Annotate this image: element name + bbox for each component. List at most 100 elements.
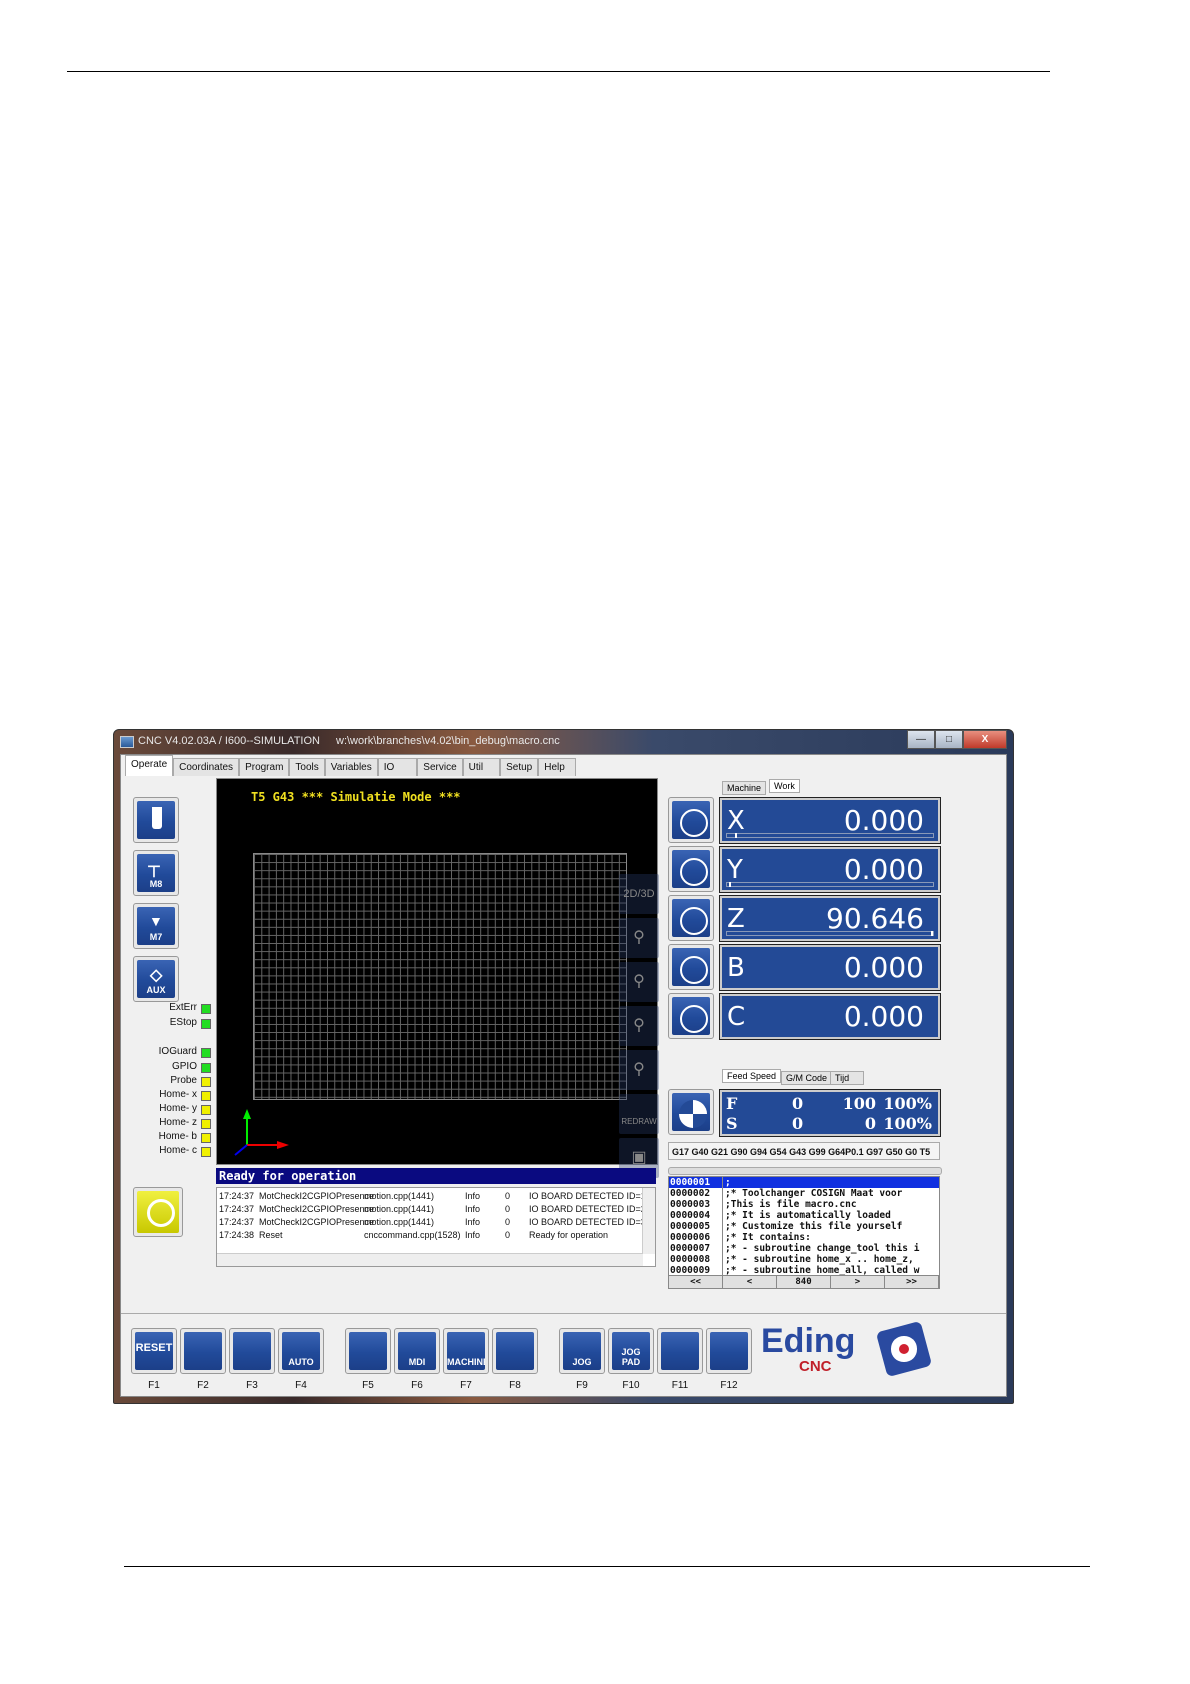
tab-work-coords[interactable]: Work xyxy=(769,779,800,793)
line-number: 0000005 xyxy=(670,1221,723,1232)
active-gcode-state: G17 G40 G21 G90 G94 G54 G43 G99 G64P0.1 … xyxy=(668,1142,940,1160)
zero-axis-x-button[interactable] xyxy=(668,797,714,843)
zero-crosshair-icon xyxy=(680,907,708,935)
last-page-button[interactable]: >> xyxy=(885,1276,939,1288)
status-led xyxy=(201,1133,211,1143)
axis-range-bar xyxy=(726,882,934,887)
zoom-in-icon[interactable]: ⚲ xyxy=(619,1006,659,1046)
f5-keyboard-button[interactable] xyxy=(345,1328,391,1374)
tab-machine-coords[interactable]: Machine xyxy=(722,781,767,795)
zero-axis-b-button[interactable] xyxy=(668,944,714,990)
f4-auto-button[interactable]: AUTO xyxy=(278,1328,324,1374)
log-code: 0 xyxy=(505,1217,511,1227)
power-button[interactable] xyxy=(133,1187,183,1237)
zoom-window-icon[interactable]: ⚲ xyxy=(619,1050,659,1090)
page-header-rule xyxy=(67,71,1050,72)
tab-help[interactable]: Help xyxy=(538,758,576,776)
flood-coolant-button[interactable]: ⊤ M8 xyxy=(133,850,179,896)
zero-axis-z-button[interactable] xyxy=(668,895,714,941)
minimize-button[interactable]: — xyxy=(907,730,935,749)
axis-value: 0.000 xyxy=(843,1000,924,1033)
led-row: Home- x xyxy=(127,1088,211,1102)
fkey-label: F6 xyxy=(411,1380,423,1391)
f1-reset-button[interactable]: RESET xyxy=(131,1328,177,1374)
page-number-field[interactable]: 840 xyxy=(777,1276,831,1288)
maximize-button[interactable]: □ xyxy=(935,730,963,749)
line-text: ;* Toolchanger COSIGN Maat voor xyxy=(725,1188,903,1199)
tab-service[interactable]: Service xyxy=(417,758,463,776)
tab-variables[interactable]: Variables xyxy=(324,758,378,776)
program-line[interactable]: 0000008 ;* - subroutine home_x .. home_z, xyxy=(669,1254,939,1265)
zero-axis-c-button[interactable] xyxy=(668,993,714,1039)
f3-zero-crosshair-button[interactable] xyxy=(229,1328,275,1374)
next-page-button[interactable]: > xyxy=(831,1276,885,1288)
line-text: ;* - subroutine change_tool this i xyxy=(725,1243,920,1254)
first-page-button[interactable]: << xyxy=(669,1276,723,1288)
client-area: Operate Coordinates Program Tools Variab… xyxy=(120,754,1007,1397)
zero-crosshair-icon xyxy=(680,1005,708,1033)
feed-speed-home-button[interactable] xyxy=(668,1089,714,1135)
close-button[interactable]: X xyxy=(963,730,1007,749)
log-time: 17:24:37 xyxy=(219,1204,255,1214)
log-time: 17:24:37 xyxy=(219,1191,255,1201)
zero-crosshair-icon xyxy=(680,858,708,886)
fkey-label: F8 xyxy=(509,1380,521,1391)
log-row: 17:24:37 MotCheckI2CGPIOPresence motion.cp… xyxy=(219,1216,648,1229)
f2-home-all-button[interactable] xyxy=(180,1328,226,1374)
tab-feed-speed[interactable]: Feed Speed xyxy=(722,1069,782,1083)
program-line[interactable]: 0000006 ;* It contains: xyxy=(669,1232,939,1243)
main-tabs: Operate Coordinates Program Tools Variab… xyxy=(125,755,576,776)
zero-axis-y-button[interactable] xyxy=(668,846,714,892)
axis-position-marker xyxy=(735,833,738,838)
speed-override: 100% xyxy=(883,1114,932,1133)
dro-y: Y 0.000 xyxy=(719,846,941,893)
led-row: Home- c xyxy=(127,1144,211,1158)
f9-jog-button[interactable]: JOG xyxy=(559,1328,605,1374)
tab-gm-code[interactable]: G/M Code xyxy=(781,1071,833,1085)
program-listing[interactable]: 0000001; 0000002 ;* Toolchanger COSIGN Maa… xyxy=(668,1176,940,1289)
tab-coordinates[interactable]: Coordinates xyxy=(173,758,240,776)
program-line[interactable]: 0000005 ;* Customize this file yourself xyxy=(669,1221,939,1232)
toolpath-viewport[interactable]: T5 G43 *** Simulatie Mode *** 2D/3D ⚲ ⚲ … xyxy=(216,778,659,1178)
message-log[interactable]: 17:24:37 MotCheckI2CGPIOPresence motion.cp… xyxy=(216,1187,656,1267)
led-label: Home- z xyxy=(159,1117,197,1128)
zoom-out-icon[interactable]: ⚲ xyxy=(619,962,659,1002)
tab-program[interactable]: Program xyxy=(239,758,290,776)
feed-override: 100% xyxy=(883,1094,932,1113)
line-text: ;This is file macro.cnc xyxy=(725,1199,857,1210)
led-row: GPIO xyxy=(127,1060,211,1074)
spindle-button[interactable] xyxy=(133,797,179,843)
status-led xyxy=(201,1105,211,1115)
f11-user-button[interactable] xyxy=(657,1328,703,1374)
f7-machine-button[interactable]: MACHINE xyxy=(443,1328,489,1374)
logo-red-dot xyxy=(899,1344,909,1354)
prev-page-button[interactable]: < xyxy=(723,1276,777,1288)
tab-operate[interactable]: Operate xyxy=(125,755,174,776)
f8-shapes-button[interactable] xyxy=(492,1328,538,1374)
program-line[interactable]: 0000007 ;* - subroutine change_tool this … xyxy=(669,1243,939,1254)
status-led xyxy=(201,1119,211,1129)
toggle-2d-3d-button[interactable]: 2D/3D xyxy=(619,874,659,914)
tab-tools[interactable]: Tools xyxy=(289,758,325,776)
tab-io[interactable]: IO xyxy=(377,758,418,776)
logo-text: Eding xyxy=(761,1322,856,1360)
f6-mdi-hand-button[interactable]: MDI xyxy=(394,1328,440,1374)
mist-coolant-button[interactable]: ▼ M7 xyxy=(133,903,179,949)
tab-setup[interactable]: Setup xyxy=(500,758,539,776)
redraw-button[interactable]: REDRAW xyxy=(619,1094,659,1134)
program-line[interactable]: 0000002 ;* Toolchanger COSIGN Maat voor xyxy=(669,1188,939,1199)
program-line[interactable]: 0000004 ;* It is automatically loaded xyxy=(669,1210,939,1221)
line-number: 0000004 xyxy=(670,1210,723,1221)
log-vertical-scrollbar[interactable] xyxy=(642,1188,655,1254)
zoom-fit-icon[interactable]: ⚲ xyxy=(619,918,659,958)
feed-actual: 0 xyxy=(792,1094,804,1113)
program-line[interactable]: 0000003 ;This is file macro.cnc xyxy=(669,1199,939,1210)
f10-jog-pad-button[interactable]: JOG PAD xyxy=(608,1328,654,1374)
function-key-bar: RESET F1 F2 F3 AUTO F4 F5 MDI F6 MACHINE F7 F8 JOG F9… xyxy=(121,1313,1006,1398)
log-horizontal-scrollbar[interactable] xyxy=(217,1253,643,1266)
tab-util[interactable]: Util xyxy=(462,758,501,776)
tab-tijd[interactable]: Tijd xyxy=(830,1071,865,1085)
program-line[interactable]: 0000001; xyxy=(669,1177,939,1188)
f12-user-button[interactable] xyxy=(706,1328,752,1374)
aux-button[interactable]: ◇ AUX xyxy=(133,956,179,1002)
